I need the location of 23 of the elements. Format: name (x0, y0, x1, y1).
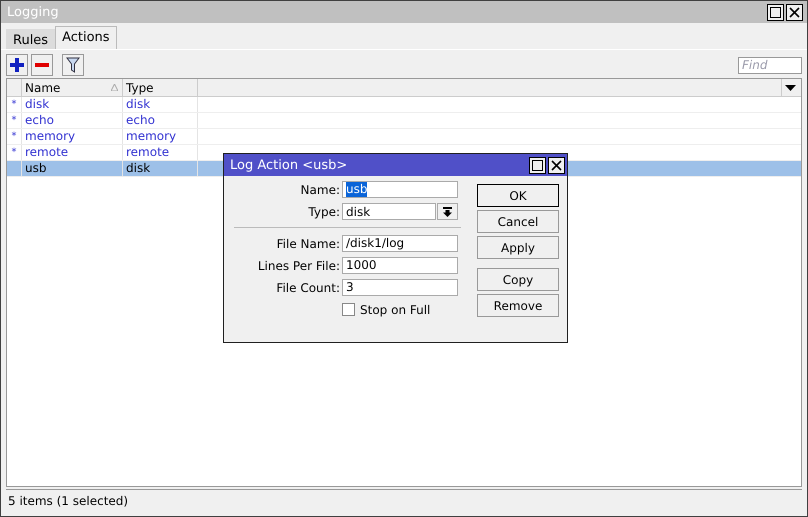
flag-label: * (10, 130, 18, 144)
checkbox-label: Stop on Full (360, 302, 430, 316)
table-cell: remote (122, 145, 197, 160)
table-cell: disk (21, 97, 122, 112)
window-title: Logging (7, 4, 60, 20)
table-cell: disk (122, 161, 197, 176)
field-label: Name: (300, 182, 341, 196)
table-cell: usb (21, 161, 122, 176)
table-cell: memory (21, 129, 122, 144)
table-cell: echo (122, 113, 197, 128)
field-label: Lines Per File: (256, 258, 341, 272)
field-label: File Name: (276, 236, 341, 250)
dialog-title: Log Action <usb> (230, 158, 348, 172)
table-cell: echo (21, 113, 122, 128)
field-label: File Count: (275, 280, 341, 294)
flag-label: * (10, 98, 18, 112)
field-label: Type: (307, 204, 341, 218)
flag-label: * (10, 146, 18, 160)
table-cell: disk (122, 97, 197, 112)
status-text: 5 items (1 selected) (7, 494, 128, 508)
table-cell: memory (122, 129, 197, 144)
flag-label: * (10, 114, 18, 128)
table-cell: remote (21, 145, 122, 160)
